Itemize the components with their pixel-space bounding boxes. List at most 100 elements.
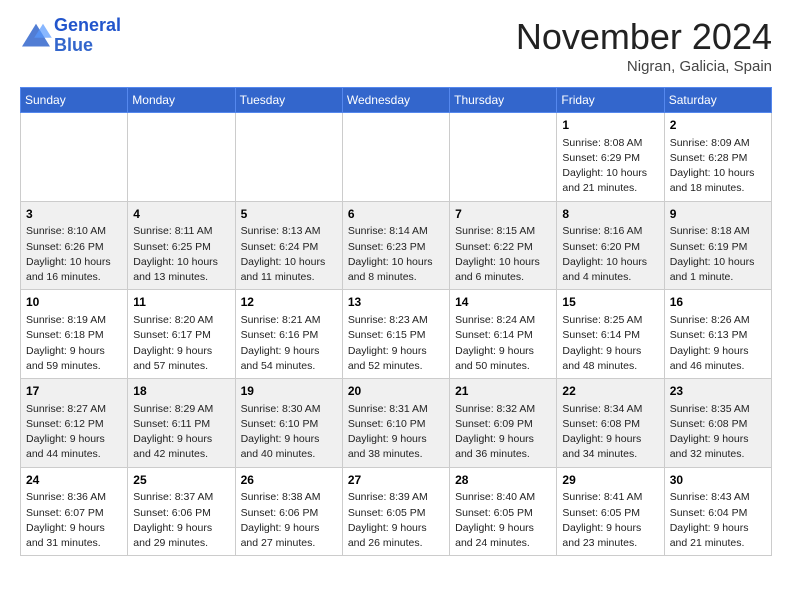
- header: General Blue November 2024 Nigran, Galic…: [20, 16, 772, 75]
- calendar-cell: 20 Sunrise: 8:31 AMSunset: 6:10 PMDayligh…: [342, 379, 449, 468]
- day-number: 19: [241, 383, 337, 400]
- day-number: 12: [241, 294, 337, 311]
- day-number: 7: [455, 206, 551, 223]
- calendar-cell: 8Sunrise: 8:16 AMSunset: 6:20 PMDaylight…: [557, 201, 664, 290]
- calendar-header-row: Sunday Monday Tuesday Wednesday Thursday…: [21, 88, 772, 113]
- calendar-cell: 14Sunrise: 8:24 AMSunset: 6:14 PMDayligh…: [450, 290, 557, 379]
- day-number: 5: [241, 206, 337, 223]
- day-number: 9: [670, 206, 766, 223]
- day-info: Sunrise: 8:25 AMSunset: 6:14 PMDaylight:…: [562, 313, 658, 374]
- day-info: Sunrise: 8:11 AMSunset: 6:25 PMDaylight:…: [133, 224, 229, 285]
- day-number: 21: [455, 383, 551, 400]
- day-number: 25: [133, 472, 229, 489]
- day-number: 18: [133, 383, 229, 400]
- calendar-cell: [342, 113, 449, 202]
- calendar-cell: 19 Sunrise: 8:30 AMSunset: 6:10 PMDayligh…: [235, 379, 342, 468]
- day-number: 20: [348, 383, 444, 400]
- day-info: Sunrise: 8:19 AMSunset: 6:18 PMDaylight:…: [26, 313, 122, 374]
- calendar-cell: 7Sunrise: 8:15 AMSunset: 6:22 PMDaylight…: [450, 201, 557, 290]
- calendar-cell: [128, 113, 235, 202]
- day-number: 1: [562, 117, 658, 134]
- header-wednesday: Wednesday: [342, 88, 449, 113]
- day-info: Sunrise: 8:32 AMSunset: 6:09 PMDaylight:…: [455, 402, 551, 463]
- day-info: Sunrise: 8:26 AMSunset: 6:13 PMDaylight:…: [670, 313, 766, 374]
- day-info: Sunrise: 8:40 AMSunset: 6:05 PMDaylight:…: [455, 490, 551, 551]
- day-info: Sunrise: 8:21 AMSunset: 6:16 PMDaylight:…: [241, 313, 337, 374]
- header-saturday: Saturday: [664, 88, 771, 113]
- day-number: 24: [26, 472, 122, 489]
- day-number: 14: [455, 294, 551, 311]
- calendar-cell: 5Sunrise: 8:13 AMSunset: 6:24 PMDaylight…: [235, 201, 342, 290]
- day-number: 23: [670, 383, 766, 400]
- header-monday: Monday: [128, 88, 235, 113]
- calendar-week-row-1: 1 Sunrise: 8:08 AMSunset: 6:29 PMDaylight…: [21, 113, 772, 202]
- day-info: Sunrise: 8:31 AMSunset: 6:10 PMDaylight:…: [348, 402, 444, 463]
- header-tuesday: Tuesday: [235, 88, 342, 113]
- calendar-cell: 24Sunrise: 8:36 AMSunset: 6:07 PMDayligh…: [21, 467, 128, 556]
- calendar-cell: 1 Sunrise: 8:08 AMSunset: 6:29 PMDaylight…: [557, 113, 664, 202]
- day-number: 4: [133, 206, 229, 223]
- calendar-cell: 4Sunrise: 8:11 AMSunset: 6:25 PMDaylight…: [128, 201, 235, 290]
- day-info: Sunrise: 8:20 AMSunset: 6:17 PMDaylight:…: [133, 313, 229, 374]
- calendar-cell: 30Sunrise: 8:43 AMSunset: 6:04 PMDayligh…: [664, 467, 771, 556]
- day-info: Sunrise: 8:18 AMSunset: 6:19 PMDaylight:…: [670, 224, 766, 285]
- logo-line2: Blue: [54, 35, 93, 55]
- day-number: 30: [670, 472, 766, 489]
- calendar-cell: 13Sunrise: 8:23 AMSunset: 6:15 PMDayligh…: [342, 290, 449, 379]
- day-number: 26: [241, 472, 337, 489]
- day-info: Sunrise: 8:13 AMSunset: 6:24 PMDaylight:…: [241, 224, 337, 285]
- calendar-cell: 26Sunrise: 8:38 AMSunset: 6:06 PMDayligh…: [235, 467, 342, 556]
- day-number: 28: [455, 472, 551, 489]
- calendar-cell: 15Sunrise: 8:25 AMSunset: 6:14 PMDayligh…: [557, 290, 664, 379]
- calendar-week-row-3: 10 Sunrise: 8:19 AMSunset: 6:18 PMDayligh…: [21, 290, 772, 379]
- day-info: Sunrise: 8:37 AMSunset: 6:06 PMDaylight:…: [133, 490, 229, 551]
- calendar-cell: 18 Sunrise: 8:29 AMSunset: 6:11 PMDayligh…: [128, 379, 235, 468]
- day-number: 29: [562, 472, 658, 489]
- day-number: 17: [26, 383, 122, 400]
- calendar-cell: 10 Sunrise: 8:19 AMSunset: 6:18 PMDayligh…: [21, 290, 128, 379]
- calendar-cell: 21 Sunrise: 8:32 AMSunset: 6:09 PMDayligh…: [450, 379, 557, 468]
- header-thursday: Thursday: [450, 88, 557, 113]
- day-info: Sunrise: 8:09 AMSunset: 6:28 PMDaylight:…: [670, 136, 766, 197]
- day-number: 11: [133, 294, 229, 311]
- day-number: 13: [348, 294, 444, 311]
- day-info: Sunrise: 8:41 AMSunset: 6:05 PMDaylight:…: [562, 490, 658, 551]
- calendar-cell: 2Sunrise: 8:09 AMSunset: 6:28 PMDaylight…: [664, 113, 771, 202]
- calendar-cell: 23Sunrise: 8:35 AMSunset: 6:08 PMDayligh…: [664, 379, 771, 468]
- calendar-cell: 28Sunrise: 8:40 AMSunset: 6:05 PMDayligh…: [450, 467, 557, 556]
- day-number: 10: [26, 294, 122, 311]
- day-number: 8: [562, 206, 658, 223]
- calendar-week-row-2: 3Sunrise: 8:10 AMSunset: 6:26 PMDaylight…: [21, 201, 772, 290]
- day-info: Sunrise: 8:30 AMSunset: 6:10 PMDaylight:…: [241, 402, 337, 463]
- day-info: Sunrise: 8:43 AMSunset: 6:04 PMDaylight:…: [670, 490, 766, 551]
- calendar-cell: 9Sunrise: 8:18 AMSunset: 6:19 PMDaylight…: [664, 201, 771, 290]
- logo-icon: [20, 22, 52, 50]
- page: General Blue November 2024 Nigran, Galic…: [0, 0, 792, 572]
- day-info: Sunrise: 8:29 AMSunset: 6:11 PMDaylight:…: [133, 402, 229, 463]
- calendar-cell: 12 Sunrise: 8:21 AMSunset: 6:16 PMDayligh…: [235, 290, 342, 379]
- day-info: Sunrise: 8:14 AMSunset: 6:23 PMDaylight:…: [348, 224, 444, 285]
- calendar-cell: [235, 113, 342, 202]
- title-block: November 2024 Nigran, Galicia, Spain: [516, 16, 772, 75]
- day-info: Sunrise: 8:38 AMSunset: 6:06 PMDaylight:…: [241, 490, 337, 551]
- day-info: Sunrise: 8:16 AMSunset: 6:20 PMDaylight:…: [562, 224, 658, 285]
- logo-line1: General: [54, 15, 121, 35]
- header-sunday: Sunday: [21, 88, 128, 113]
- calendar-cell: 27Sunrise: 8:39 AMSunset: 6:05 PMDayligh…: [342, 467, 449, 556]
- day-info: Sunrise: 8:34 AMSunset: 6:08 PMDaylight:…: [562, 402, 658, 463]
- calendar-cell: 6Sunrise: 8:14 AMSunset: 6:23 PMDaylight…: [342, 201, 449, 290]
- day-number: 16: [670, 294, 766, 311]
- day-info: Sunrise: 8:10 AMSunset: 6:26 PMDaylight:…: [26, 224, 122, 285]
- location: Nigran, Galicia, Spain: [516, 58, 772, 75]
- day-info: Sunrise: 8:08 AMSunset: 6:29 PMDaylight:…: [562, 136, 658, 197]
- calendar-cell: 25Sunrise: 8:37 AMSunset: 6:06 PMDayligh…: [128, 467, 235, 556]
- day-number: 27: [348, 472, 444, 489]
- day-number: 6: [348, 206, 444, 223]
- logo-text: General Blue: [54, 16, 121, 56]
- header-friday: Friday: [557, 88, 664, 113]
- day-info: Sunrise: 8:39 AMSunset: 6:05 PMDaylight:…: [348, 490, 444, 551]
- day-number: 3: [26, 206, 122, 223]
- calendar-cell: 11 Sunrise: 8:20 AMSunset: 6:17 PMDayligh…: [128, 290, 235, 379]
- calendar-week-row-4: 17 Sunrise: 8:27 AMSunset: 6:12 PMDayligh…: [21, 379, 772, 468]
- day-info: Sunrise: 8:27 AMSunset: 6:12 PMDaylight:…: [26, 402, 122, 463]
